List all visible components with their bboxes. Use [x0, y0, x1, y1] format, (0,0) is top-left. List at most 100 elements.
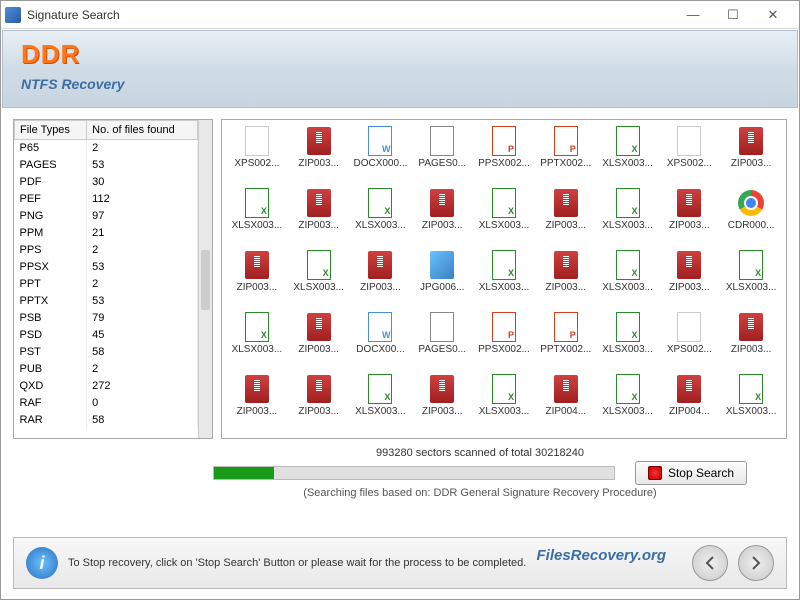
table-row[interactable]: PPTX53 [15, 293, 198, 310]
back-button[interactable] [692, 545, 728, 581]
file-label: XLSX003... [355, 406, 406, 417]
file-item[interactable]: ZIP003... [413, 186, 471, 244]
zip-icon [304, 186, 334, 220]
file-item[interactable]: ZIP003... [722, 124, 780, 182]
table-row[interactable]: PAGES53 [15, 157, 198, 174]
table-row[interactable]: PUB2 [15, 361, 198, 378]
file-item[interactable]: PPSX002... [475, 124, 533, 182]
file-item[interactable]: PAGES0... [413, 310, 471, 368]
file-item[interactable]: ZIP003... [290, 186, 348, 244]
file-item[interactable]: XLSX003... [228, 310, 286, 368]
file-item[interactable]: XPS002... [660, 310, 718, 368]
table-row[interactable]: PNG97 [15, 208, 198, 225]
col-file-types[interactable]: File Types [15, 121, 87, 140]
table-row[interactable]: PPM21 [15, 225, 198, 242]
table-row[interactable]: RAR58 [15, 412, 198, 429]
forward-button[interactable] [738, 545, 774, 581]
table-row[interactable]: PDF30 [15, 174, 198, 191]
pages-icon [427, 124, 457, 158]
minimize-button[interactable]: — [679, 5, 707, 25]
file-label: ZIP003... [731, 344, 772, 355]
file-item[interactable]: ZIP003... [290, 310, 348, 368]
table-row[interactable]: PEF112 [15, 191, 198, 208]
file-item[interactable]: XPS002... [660, 124, 718, 182]
close-button[interactable]: ✕ [759, 5, 787, 25]
file-label: ZIP004... [669, 406, 710, 417]
file-item[interactable]: XLSX003... [475, 372, 533, 430]
ppt-icon [551, 124, 581, 158]
stop-button-label: Stop Search [668, 466, 734, 480]
zip-icon [674, 248, 704, 282]
progress-label: 993280 sectors scanned of total 30218240 [213, 447, 747, 459]
file-item[interactable]: XLSX003... [599, 372, 657, 430]
file-label: XPS002... [667, 344, 712, 355]
file-item[interactable]: ZIP003... [290, 372, 348, 430]
file-item[interactable]: ZIP003... [537, 248, 595, 306]
footer: i To Stop recovery, click on 'Stop Searc… [13, 537, 787, 589]
file-item[interactable]: XLSX003... [599, 186, 657, 244]
file-item[interactable]: PPTX002... [537, 124, 595, 182]
blank-icon [674, 310, 704, 344]
xls-icon [613, 124, 643, 158]
file-item[interactable]: DOCX000... [352, 124, 410, 182]
col-files-found[interactable]: No. of files found [87, 121, 198, 140]
zip-icon [551, 186, 581, 220]
file-item[interactable]: ZIP003... [660, 248, 718, 306]
stop-search-button[interactable]: Stop Search [635, 461, 747, 485]
table-row[interactable]: PST58 [15, 344, 198, 361]
file-item[interactable]: XLSX003... [475, 248, 533, 306]
xls-icon [489, 186, 519, 220]
file-item[interactable]: DOCX00... [352, 310, 410, 368]
scrollbar[interactable] [198, 120, 212, 438]
file-label: PAGES0... [418, 344, 466, 355]
file-item[interactable]: ZIP003... [228, 372, 286, 430]
file-label: ZIP003... [731, 158, 772, 169]
file-item[interactable]: ZIP003... [290, 124, 348, 182]
file-types-table[interactable]: File Types No. of files found P652PAGES5… [14, 120, 198, 429]
file-label: ZIP003... [237, 406, 278, 417]
file-item[interactable]: XLSX003... [722, 372, 780, 430]
file-item[interactable]: ZIP003... [228, 248, 286, 306]
file-label: XLSX003... [355, 220, 406, 231]
file-item[interactable]: ZIP004... [537, 372, 595, 430]
table-row[interactable]: PPSX53 [15, 259, 198, 276]
file-item[interactable]: PPSX002... [475, 310, 533, 368]
table-row[interactable]: RAF0 [15, 395, 198, 412]
maximize-button[interactable]: ☐ [719, 5, 747, 25]
file-item[interactable]: PPTX002... [537, 310, 595, 368]
file-item[interactable]: ZIP003... [413, 372, 471, 430]
file-item[interactable]: XLSX003... [599, 248, 657, 306]
table-row[interactable]: PSB79 [15, 310, 198, 327]
file-item[interactable]: XLSX003... [290, 248, 348, 306]
file-item[interactable]: XLSX003... [475, 186, 533, 244]
table-row[interactable]: QXD272 [15, 378, 198, 395]
file-item[interactable]: ZIP003... [537, 186, 595, 244]
window-title: Signature Search [27, 8, 679, 22]
table-row[interactable]: P652 [15, 140, 198, 157]
xls-icon [489, 372, 519, 406]
file-item[interactable]: XLSX003... [352, 372, 410, 430]
file-item[interactable]: CDR000... [722, 186, 780, 244]
file-item[interactable]: XLSX003... [228, 186, 286, 244]
file-item[interactable]: PAGES0... [413, 124, 471, 182]
file-item[interactable]: XLSX003... [599, 124, 657, 182]
zip-icon [674, 372, 704, 406]
jpg-icon [427, 248, 457, 282]
file-item[interactable]: JPG006... [413, 248, 471, 306]
chrome-icon [736, 186, 766, 220]
file-item[interactable]: ZIP003... [352, 248, 410, 306]
file-label: DOCX000... [353, 158, 407, 169]
file-item[interactable]: XPS002... [228, 124, 286, 182]
file-item[interactable]: ZIP003... [722, 310, 780, 368]
brand-text: FilesRecovery.org [537, 547, 667, 564]
file-item[interactable]: XLSX003... [599, 310, 657, 368]
file-item[interactable]: ZIP004... [660, 372, 718, 430]
scroll-thumb[interactable] [201, 250, 210, 310]
table-row[interactable]: PSD45 [15, 327, 198, 344]
table-row[interactable]: PPS2 [15, 242, 198, 259]
file-item[interactable]: XLSX003... [722, 248, 780, 306]
file-item[interactable]: XLSX003... [352, 186, 410, 244]
file-label: XLSX003... [602, 406, 653, 417]
table-row[interactable]: PPT2 [15, 276, 198, 293]
file-item[interactable]: ZIP003... [660, 186, 718, 244]
